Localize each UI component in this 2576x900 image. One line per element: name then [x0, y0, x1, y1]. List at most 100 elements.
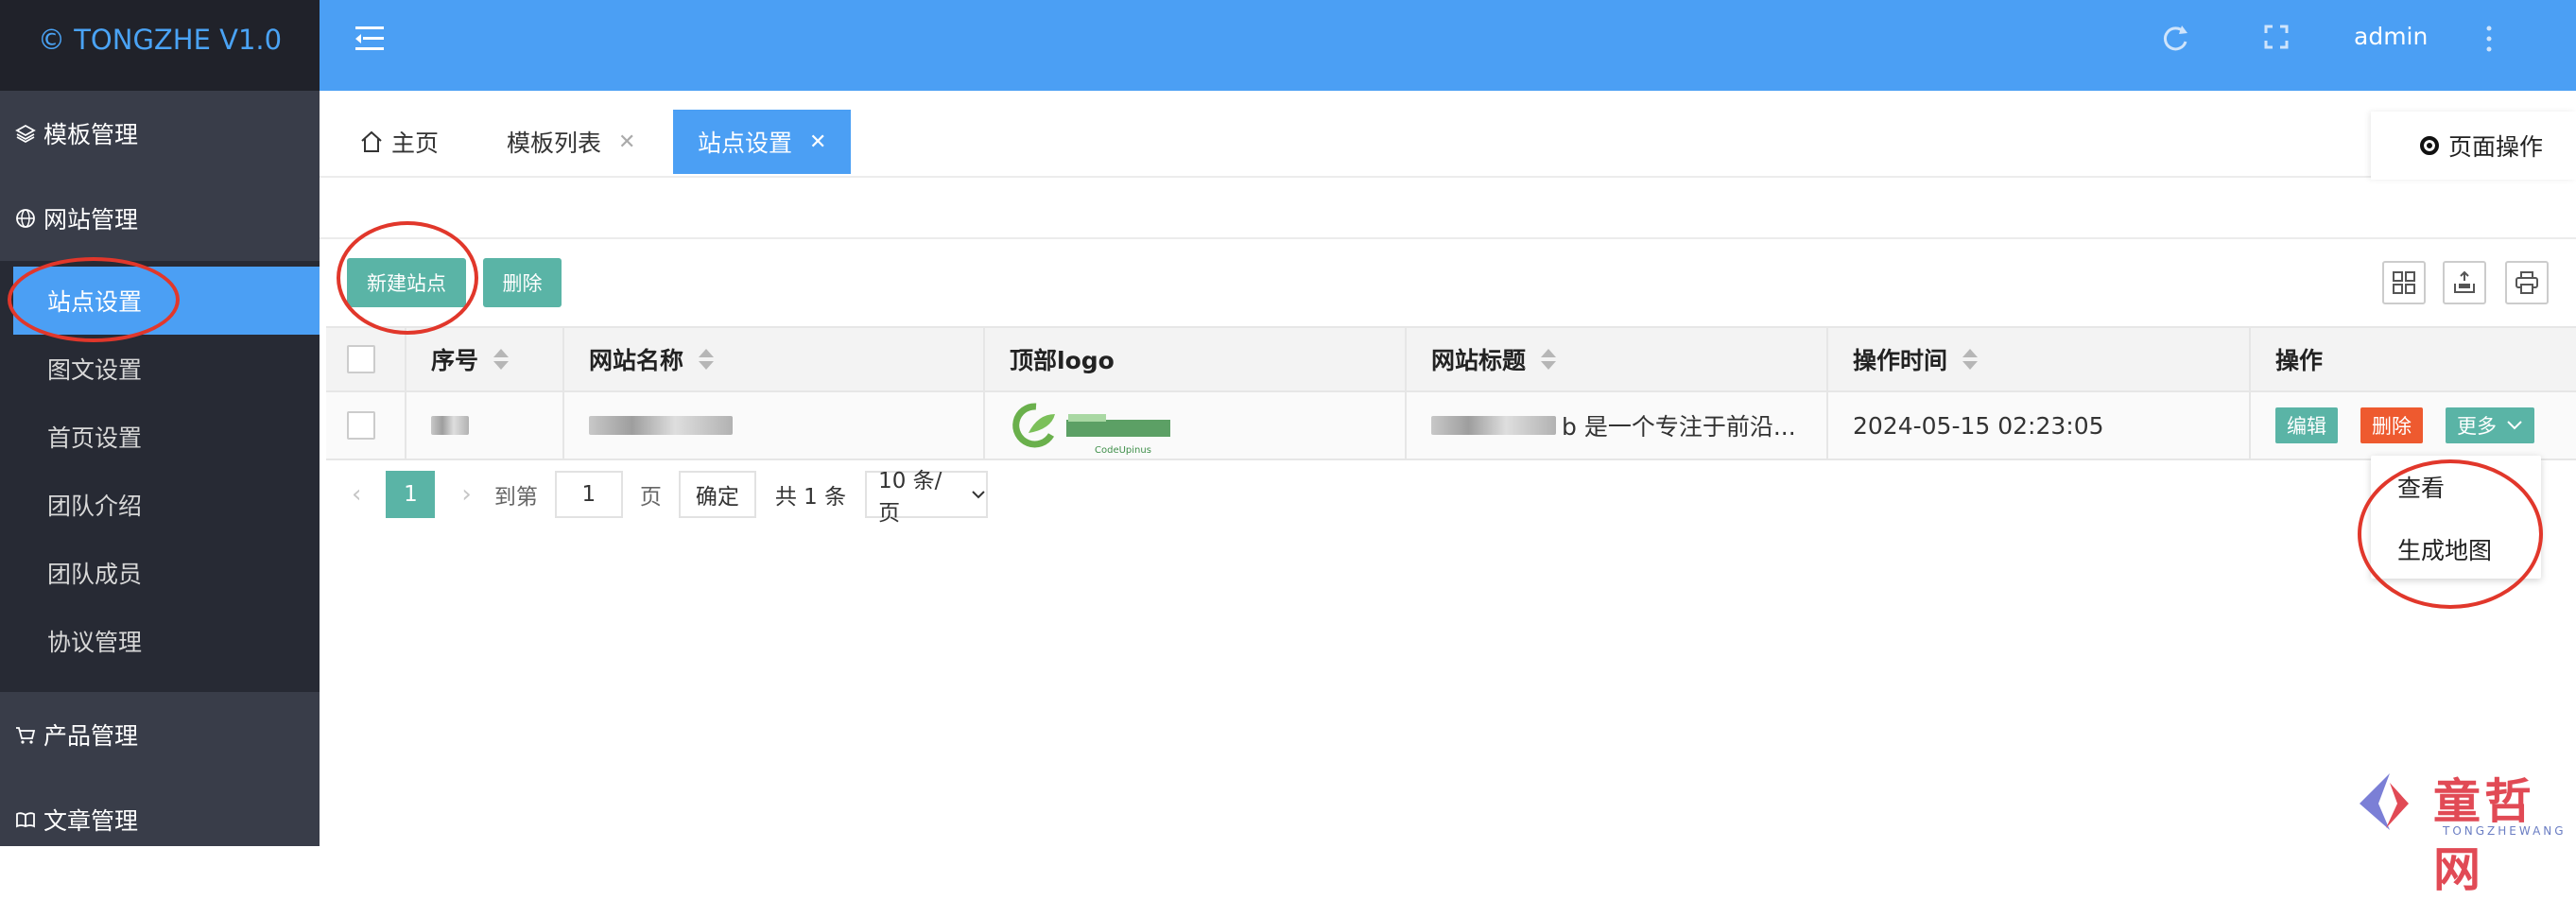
sidebar-item-image-text[interactable]: 图文设置	[0, 335, 320, 403]
column-header[interactable]: 序号	[406, 328, 564, 390]
layers-icon	[15, 124, 36, 144]
book-icon	[16, 812, 35, 828]
page-label: 页	[639, 485, 662, 510]
sidebar-item-agreements[interactable]: 协议管理	[0, 607, 320, 675]
more-dropdown-menu: 查看 生成地图	[2371, 456, 2541, 579]
sidebar-group-products[interactable]: 产品管理	[0, 692, 320, 777]
delete-button[interactable]: 删除	[2360, 407, 2423, 443]
tab-home[interactable]: 主页	[359, 110, 439, 174]
sidebar-submenu: 站点设置 图文设置 首页设置 团队介绍 团队成员 协议管理	[0, 261, 320, 692]
sort-icon[interactable]	[1962, 349, 1979, 370]
menu-item-view[interactable]: 查看	[2371, 456, 2541, 518]
sort-icon[interactable]	[493, 349, 510, 370]
sidebar-group-templates[interactable]: 模板管理	[0, 91, 320, 176]
column-header-label: 网站标题	[1431, 347, 1527, 374]
sidebar: 模板管理 网站管理 站点设置 图文设置 首页设置 团队介绍 团队成员 协议管理 …	[0, 91, 320, 846]
close-icon[interactable]: ✕	[809, 130, 826, 154]
home-icon	[361, 130, 382, 152]
chevron-down-icon	[972, 491, 985, 499]
edit-button[interactable]: 编辑	[2275, 407, 2338, 443]
logo-caption: CodeUpinus	[1095, 445, 1151, 456]
row-select-cell	[326, 392, 406, 459]
goto-page-input[interactable]: 1	[554, 471, 623, 518]
table-row: CodeUpinus b 是一个专注于前沿... 2024-05-15 02:2…	[326, 392, 2576, 460]
row-site-title-text: b 是一个专注于前沿...	[1562, 413, 1796, 441]
column-header-label: 顶部logo	[1010, 347, 1115, 374]
menu-toggle-icon[interactable]	[355, 26, 384, 51]
app-logo: © TONGZHE V1.0	[0, 0, 320, 91]
sidebar-item-home-settings[interactable]: 首页设置	[0, 403, 320, 471]
columns-filter-icon[interactable]	[2382, 261, 2426, 304]
pagination: ‹ 1 › 到第 1 页 确定 共 1 条 10 条/页	[352, 469, 989, 526]
row-index	[406, 392, 564, 459]
prev-page-icon[interactable]: ‹	[352, 480, 361, 509]
page-size-value: 10 条/页	[878, 469, 942, 526]
sidebar-group-label: 文章管理	[43, 807, 139, 835]
row-site-name	[564, 392, 985, 459]
column-header-label: 序号	[431, 347, 479, 374]
row-site-title: b 是一个专注于前沿...	[1407, 392, 1828, 459]
page-operations-button[interactable]: 页面操作	[2371, 112, 2576, 180]
column-header: 操作	[2251, 328, 2576, 390]
watermark-logo: 童哲网 TONGZHEWANG	[2352, 764, 2569, 897]
sort-icon[interactable]	[699, 349, 715, 370]
fullscreen-icon[interactable]	[2264, 25, 2289, 49]
column-header: 顶部logo	[985, 328, 1407, 390]
select-all-checkbox[interactable]	[347, 345, 375, 373]
blurred-value	[431, 416, 469, 435]
more-button[interactable]: 更多	[2446, 407, 2534, 443]
new-site-button[interactable]: 新建站点	[347, 258, 466, 307]
select-all-cell	[326, 328, 406, 390]
tab-site-settings[interactable]: 站点设置 ✕	[673, 110, 852, 174]
sidebar-group-articles[interactable]: 文章管理	[0, 777, 320, 862]
sidebar-group-website[interactable]: 网站管理	[0, 176, 320, 261]
tab-label: 站点设置	[698, 130, 793, 157]
sort-icon[interactable]	[1541, 349, 1557, 370]
sidebar-item-team-intro[interactable]: 团队介绍	[0, 471, 320, 539]
sidebar-item-team-members[interactable]: 团队成员	[0, 539, 320, 607]
print-icon[interactable]	[2505, 261, 2549, 304]
column-header[interactable]: 网站名称	[564, 328, 985, 390]
tab-template-list[interactable]: 模板列表 ✕	[507, 110, 635, 174]
tab-bar: 主页 模板列表 ✕ 站点设置 ✕	[320, 91, 2576, 178]
blurred-value	[589, 416, 733, 435]
divider	[320, 237, 2576, 239]
goto-confirm-button[interactable]: 确定	[678, 471, 756, 518]
sites-table: 序号 网站名称 顶部logo 网站标题 操作时间 操作 CodeUpinus b…	[326, 326, 2576, 460]
row-actions: 编辑 删除 更多	[2251, 392, 2576, 459]
sidebar-item-site-settings[interactable]: 站点设置	[13, 267, 320, 335]
next-page-icon[interactable]: ›	[461, 480, 471, 509]
page-size-select[interactable]: 10 条/页	[865, 469, 989, 526]
row-logo: CodeUpinus	[985, 392, 1407, 459]
row-time-text: 2024-05-15 02:23:05	[1853, 411, 2104, 440]
page-number-current[interactable]: 1	[386, 471, 436, 518]
batch-delete-button[interactable]: 删除	[483, 258, 562, 307]
column-header[interactable]: 网站标题	[1407, 328, 1828, 390]
menu-item-generate-sitemap[interactable]: 生成地图	[2371, 518, 2541, 580]
export-icon[interactable]	[2443, 261, 2486, 304]
sidebar-group-label: 模板管理	[43, 121, 139, 148]
row-checkbox[interactable]	[347, 411, 375, 440]
blurred-value	[1431, 416, 1556, 435]
column-header-label: 网站名称	[589, 347, 684, 374]
close-icon[interactable]: ✕	[618, 130, 635, 154]
page-operations-label: 页面操作	[2448, 133, 2544, 161]
sidebar-group-label: 网站管理	[43, 206, 139, 234]
more-label: 更多	[2457, 415, 2497, 438]
column-header[interactable]: 操作时间	[1828, 328, 2251, 390]
column-header-label: 操作时间	[1853, 347, 1948, 374]
chevron-down-icon	[2507, 421, 2522, 430]
more-vertical-icon[interactable]	[2484, 25, 2494, 53]
column-header-label: 操作	[2275, 347, 2324, 374]
cart-icon	[16, 727, 36, 744]
globe-icon	[16, 209, 35, 228]
row-time: 2024-05-15 02:23:05	[1828, 392, 2251, 459]
tab-label: 模板列表	[507, 130, 602, 157]
watermark-emblem-icon	[2360, 773, 2409, 830]
radio-dot-icon	[2420, 136, 2439, 155]
top-header: admin	[320, 0, 2576, 91]
goto-label: 到第	[493, 485, 538, 510]
site-logo-image	[1012, 403, 1170, 448]
user-name[interactable]: admin	[2354, 23, 2428, 50]
refresh-icon[interactable]	[2161, 23, 2189, 55]
